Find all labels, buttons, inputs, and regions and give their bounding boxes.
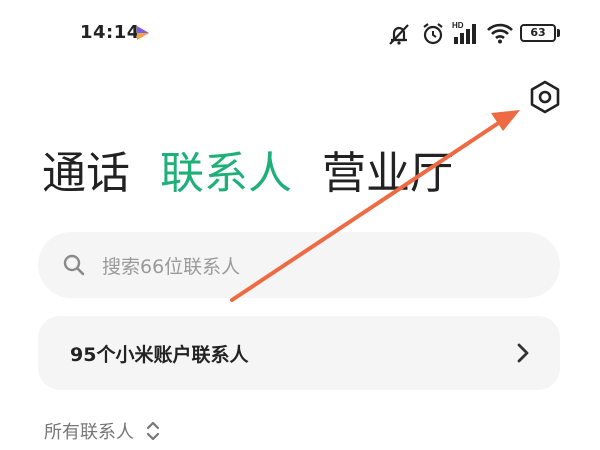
alarm-icon <box>423 23 443 45</box>
battery-icon: 63 <box>520 24 556 42</box>
search-input[interactable]: 搜索66位联系人 <box>38 232 560 298</box>
tab-service-hall[interactable]: 营业厅 <box>322 146 454 202</box>
sort-toggle-icon <box>146 421 160 441</box>
tab-bar: 通话 联系人 营业厅 <box>42 146 454 202</box>
battery-nub <box>557 29 560 37</box>
contact-filter-dropdown[interactable]: 所有联系人 <box>44 418 160 444</box>
hd-signal-icon: HD <box>452 21 476 44</box>
mi-account-contacts-row[interactable]: 95个小米账户联系人 <box>38 316 560 390</box>
search-placeholder: 搜索66位联系人 <box>102 256 241 278</box>
contact-filter-label: 所有联系人 <box>44 422 134 443</box>
media-play-icon <box>137 26 149 40</box>
status-time: 14:14 <box>80 22 140 43</box>
tab-calls[interactable]: 通话 <box>42 146 130 202</box>
hexagon-settings-icon[interactable] <box>526 78 564 116</box>
svg-text:HD: HD <box>452 21 464 30</box>
chevron-right-icon <box>517 343 529 363</box>
status-icons: HD 63 <box>386 20 562 48</box>
mute-icon <box>389 24 409 45</box>
mi-account-contacts-label: 95个小米账户联系人 <box>70 344 249 366</box>
search-icon <box>63 254 85 276</box>
wifi-icon <box>487 23 513 44</box>
contacts-screen: 14:14 HD 63 通话 联系人 营业厅 搜索66位联系人 95个小米账户联… <box>0 0 600 450</box>
tab-contacts[interactable]: 联系人 <box>160 146 292 202</box>
